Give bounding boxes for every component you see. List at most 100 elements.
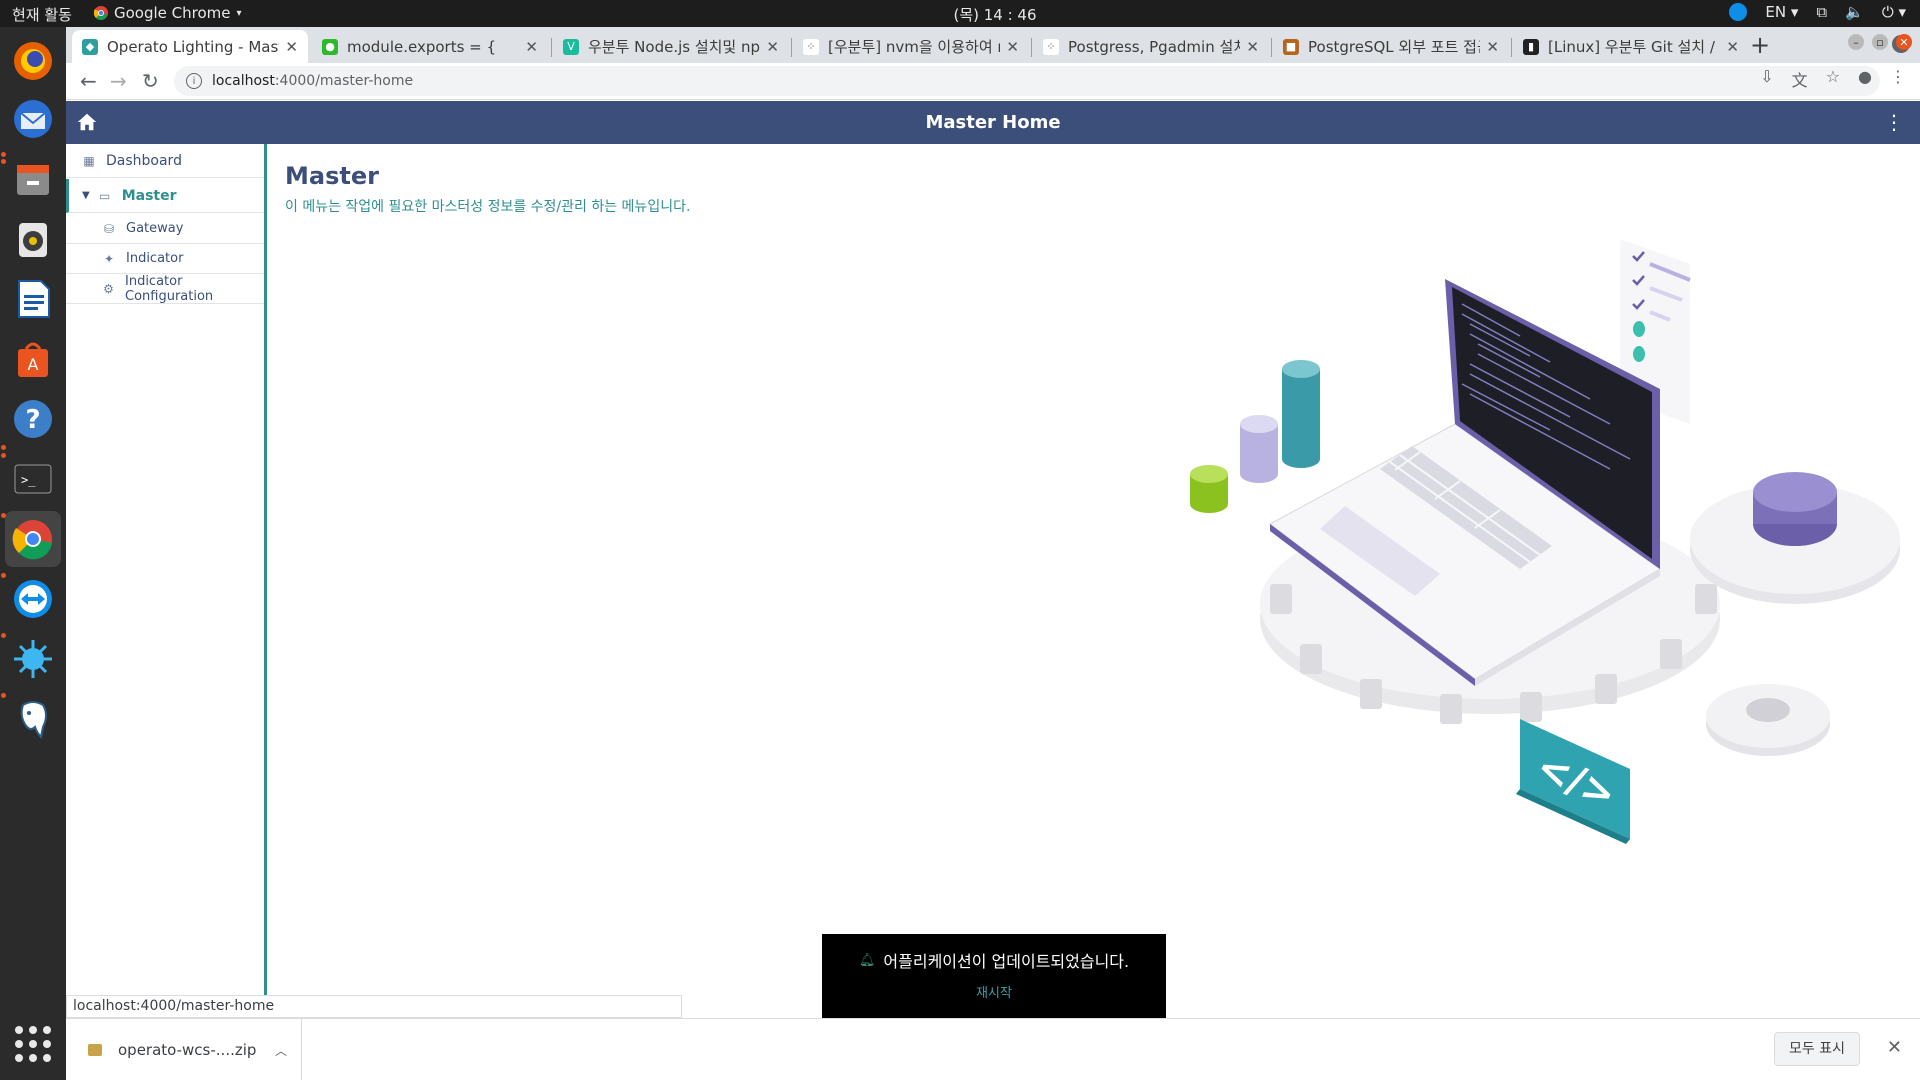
tab-title: PostgreSQL 외부 포트 접근 — [1308, 38, 1481, 56]
terminal-icon[interactable]: >_ — [5, 451, 61, 507]
chrome-menu-icon[interactable]: ⋮ — [1890, 67, 1906, 91]
firefox-icon[interactable] — [5, 33, 61, 89]
main-content: Master 이 메뉴는 작업에 필요한 마스터성 정보를 수정/관리 하는 메… — [270, 144, 1920, 999]
libreoffice-writer-icon[interactable] — [5, 271, 61, 327]
forward-button[interactable]: → — [110, 69, 127, 93]
reload-button[interactable]: ↻ — [142, 69, 159, 93]
update-toast: 🔔︎ 어플리케이션이 업데이트되었습니다. 재시작 — [822, 934, 1166, 1018]
favicon-icon: ■ — [1283, 38, 1299, 55]
restart-button[interactable]: 재시작 — [822, 982, 1166, 1001]
chevron-up-icon[interactable]: ︿ — [275, 1042, 287, 1059]
favicon-icon: ● — [322, 38, 338, 55]
teamviewer-icon[interactable] — [5, 571, 61, 627]
tab-title: Operato Lighting - Maste — [107, 37, 280, 56]
svg-text:>_: >_ — [21, 473, 36, 487]
download-filename: operato-wcs-....zip — [118, 1041, 257, 1059]
software-center-icon[interactable]: A — [5, 331, 61, 387]
close-window-button[interactable]: ✕ — [1896, 34, 1912, 50]
tab-nvm[interactable]: ⁘ [우분투] nvm을 이용하여 no ✕ — [793, 30, 1029, 63]
gateway-icon: ⛁ — [103, 221, 115, 236]
translate-icon[interactable]: 文 — [1792, 67, 1808, 91]
sidebar-item-label: Indicator — [126, 251, 184, 266]
language-indicator[interactable]: EN ▾ — [1765, 3, 1798, 21]
tab-operato-lighting[interactable]: ◆ Operato Lighting - Maste ✕ — [72, 30, 308, 63]
hero-illustration: </> — [1190, 239, 1900, 844]
volume-icon[interactable]: 🔈 — [1845, 3, 1864, 21]
sidebar-item-dashboard[interactable]: ▦ Dashboard — [66, 144, 264, 178]
tab-nodejs-install[interactable]: V 우분투 Node.js 설치및 npm ✕ — [553, 30, 789, 63]
splash-app-icon[interactable] — [5, 631, 61, 687]
favicon-icon: ⁘ — [803, 38, 819, 55]
sidebar: ▦ Dashboard ▼ ▭ Master ⛁ Gateway ✦ Indic… — [66, 144, 267, 999]
download-shelf: operato-wcs-....zip ︿ 모두 표시 ✕ — [66, 1018, 1920, 1080]
address-bar[interactable]: i localhost:4000/master-home — [174, 66, 1880, 96]
sidebar-item-gateway[interactable]: ⛁ Gateway — [66, 214, 264, 244]
sidebar-item-label: Indicator Configuration — [125, 273, 214, 304]
caret-down-icon: ▼ — [82, 190, 90, 201]
minimize-button[interactable]: – — [1848, 34, 1864, 50]
close-icon[interactable]: ✕ — [766, 38, 779, 56]
profile-icon[interactable]: ● — [1858, 67, 1872, 91]
info-icon[interactable]: i — [186, 73, 202, 89]
folder-icon: ▭ — [99, 188, 111, 203]
new-tab-button[interactable]: + — [1750, 31, 1770, 59]
close-icon[interactable]: ✕ — [1887, 1037, 1902, 1058]
toast-message: 어플리케이션이 업데이트되었습니다. — [883, 952, 1130, 971]
svg-text:A: A — [28, 355, 39, 374]
close-icon[interactable]: ✕ — [1726, 38, 1739, 56]
dock: A ? >_ — [0, 27, 66, 1080]
maximize-button[interactable]: ▫ — [1872, 34, 1888, 50]
system-top-bar: 현재 활동 Google Chrome ▾ (목) 14 : 46 EN ▾ ⧉… — [0, 0, 1920, 27]
sidebar-item-indicator-configuration[interactable]: ⚙ Indicator Configuration — [66, 274, 264, 304]
dashboard-icon: ▦ — [83, 153, 95, 168]
clock[interactable]: (목) 14 : 46 — [0, 4, 1920, 25]
power-icon[interactable]: ⏻ ▾ — [1882, 3, 1906, 21]
tab-module-exports[interactable]: ● module.exports = { ✕ — [312, 30, 548, 63]
more-vert-icon[interactable]: ⋮ — [1884, 110, 1904, 134]
toolbar-icons: ⇩ 文 ☆ ● ⋮ — [1760, 67, 1906, 91]
sidebar-item-label: Master — [121, 187, 177, 204]
close-icon[interactable]: ✕ — [525, 38, 538, 56]
sidebar-item-label: Gateway — [126, 221, 184, 236]
network-icon[interactable]: ⧉ — [1816, 3, 1827, 21]
tab-postgresql-port[interactable]: ■ PostgreSQL 외부 포트 접근 ✕ — [1273, 30, 1509, 63]
tab-title: [Linux] 우분투 Git 설치 / 다 — [1548, 38, 1721, 56]
tab-postgres-pgadmin[interactable]: ⁘ Postgress, Pgadmin 설치/ ✕ — [1033, 30, 1269, 63]
app-header: Master Home ⋮ — [66, 101, 1920, 144]
operato-favicon-icon: ◆ — [82, 38, 98, 55]
thunderbird-icon[interactable] — [5, 91, 61, 147]
tab-title: 우분투 Node.js 설치및 npm — [588, 38, 761, 56]
back-button[interactable]: ← — [80, 69, 97, 93]
favicon-icon: ⁘ — [1043, 38, 1059, 55]
bell-icon: 🔔︎ — [858, 952, 876, 968]
install-app-icon[interactable]: ⇩ — [1760, 67, 1773, 91]
page-title: Master Home — [925, 112, 1061, 133]
pgadmin-icon[interactable] — [5, 691, 61, 747]
close-icon[interactable]: ✕ — [285, 38, 298, 56]
sidebar-item-indicator[interactable]: ✦ Indicator — [66, 244, 264, 274]
svg-text:?: ? — [25, 405, 40, 435]
download-item[interactable]: operato-wcs-....zip ︿ — [66, 1019, 302, 1080]
chrome-dock-icon[interactable] — [5, 511, 61, 567]
window-controls: – ▫ ✕ — [1848, 34, 1912, 50]
right-gear — [1690, 472, 1900, 604]
help-icon[interactable]: ? — [5, 391, 61, 447]
files-icon[interactable] — [5, 151, 61, 207]
favicon-icon: ▮ — [1523, 38, 1539, 55]
sidebar-item-label: Dashboard — [106, 152, 182, 169]
tab-title: Postgress, Pgadmin 설치/ — [1068, 38, 1241, 56]
system-tray[interactable]: EN ▾ ⧉ 🔈 ⏻ ▾ — [1729, 3, 1906, 21]
show-applications-button[interactable] — [15, 1026, 51, 1062]
tab-git-install[interactable]: ▮ [Linux] 우분투 Git 설치 / 다 ✕ — [1513, 30, 1749, 63]
teamviewer-tray-icon[interactable] — [1729, 3, 1748, 21]
rhythmbox-icon[interactable] — [5, 211, 61, 267]
small-gear — [1706, 684, 1830, 756]
bookmark-star-icon[interactable]: ☆ — [1826, 67, 1840, 91]
cylinder-chart — [1190, 360, 1320, 513]
close-icon[interactable]: ✕ — [1246, 38, 1259, 56]
show-all-button[interactable]: 모두 표시 — [1774, 1032, 1860, 1066]
sidebar-item-master[interactable]: ▼ ▭ Master — [66, 179, 264, 213]
tab-title: module.exports = { — [347, 37, 497, 56]
close-icon[interactable]: ✕ — [1006, 38, 1019, 56]
close-icon[interactable]: ✕ — [1486, 38, 1499, 56]
